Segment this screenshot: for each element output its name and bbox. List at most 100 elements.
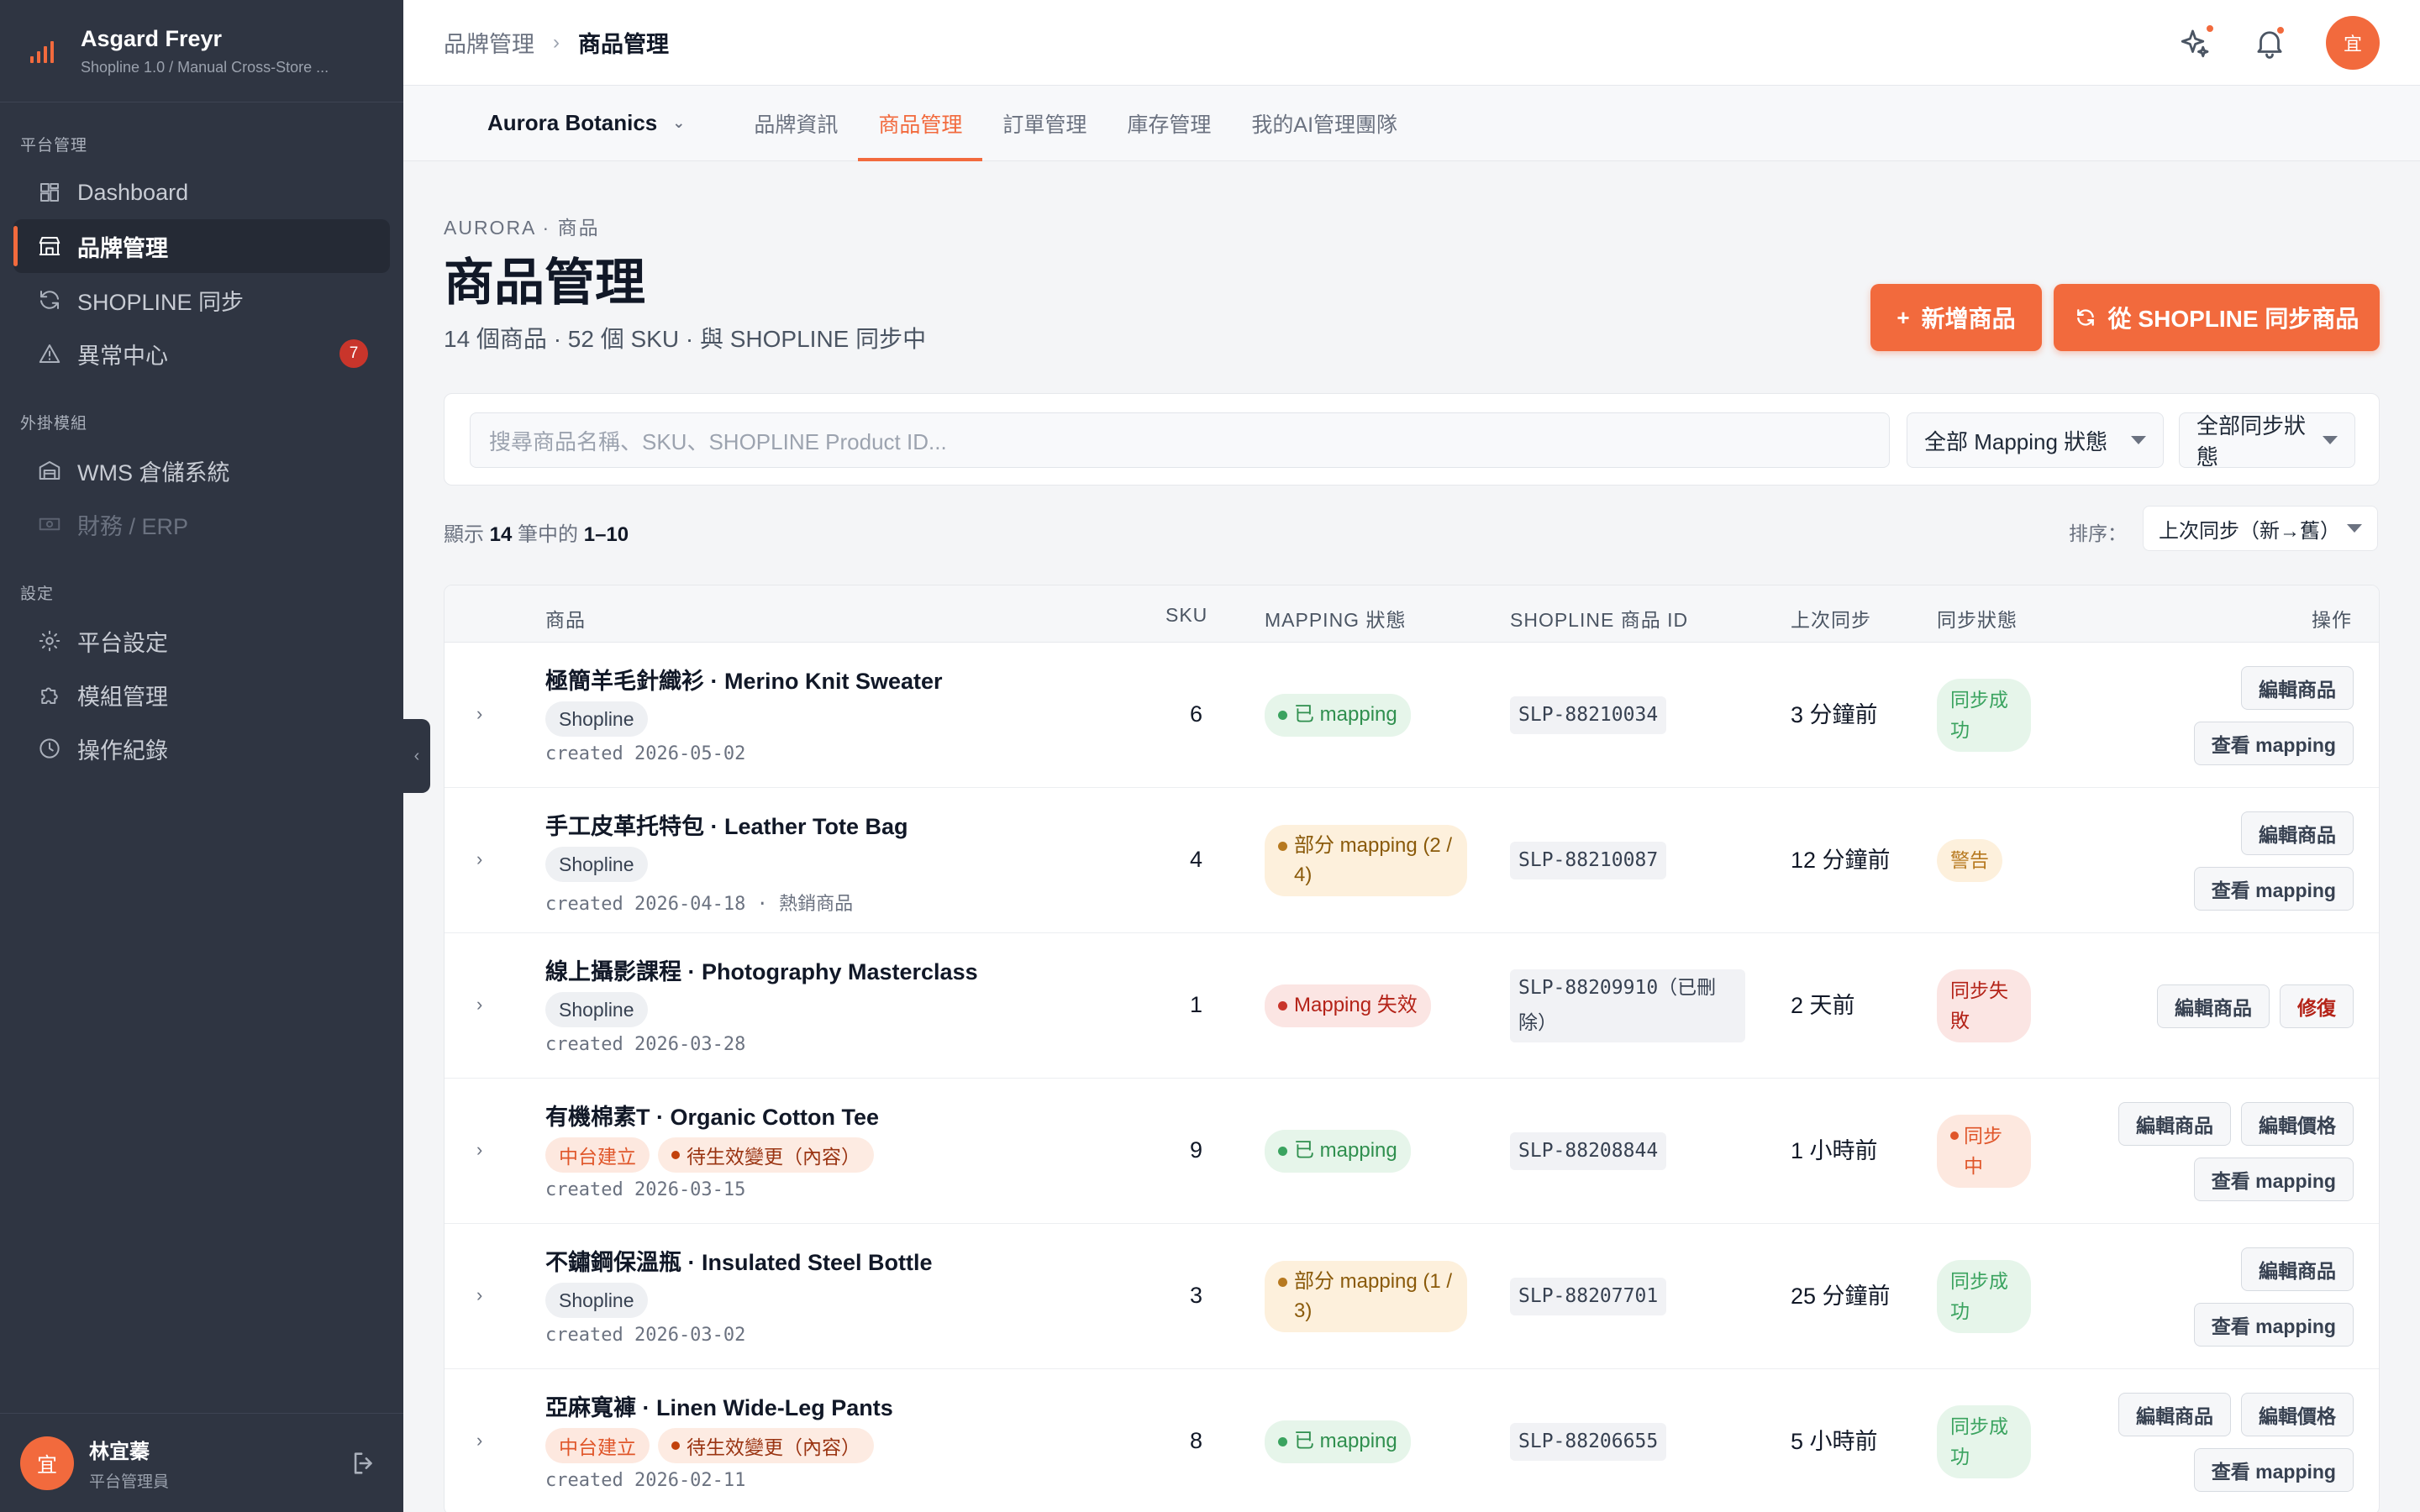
tab-item[interactable]: 我的AI管理團隊 [1231,86,1418,160]
sidebar-item-dashboard[interactable]: Dashboard [13,165,390,219]
row-actions: 編輯商品查看 mapping [2193,643,2354,788]
row-action-button[interactable]: 修復 [2280,984,2354,1028]
mapping-status-filter[interactable]: 全部 Mapping 狀態 [1907,412,2164,468]
product-name[interactable]: 手工皮革托特包 · Leather Tote Bag [545,808,908,841]
status-dot-icon [1278,711,1287,721]
brand-selector[interactable]: Aurora Botanics ⌄ [487,86,685,160]
status-dot-icon [1278,1437,1287,1447]
expand-row-chevron-icon[interactable]: › [476,1139,482,1161]
sidebar-item-store[interactable]: 品牌管理 [13,219,390,273]
sync-status-filter[interactable]: 全部同步狀態 [2179,412,2355,470]
shopline-id-cell: SLP-88207701 [1510,1224,1667,1369]
clock-icon [37,736,62,761]
row-action-button[interactable]: 編輯商品 [2118,1101,2231,1146]
row-action-button[interactable]: 編輯商品 [2241,811,2354,855]
product-name[interactable]: 極簡羊毛針織衫 · Merino Knit Sweater [545,663,943,696]
product-tags: Shopline [545,701,648,737]
mapping-status-label: Mapping 失效 [1294,994,1418,1017]
sku-count: 8 [1190,1428,1203,1453]
row-action-button[interactable]: 查看 mapping [2193,1447,2354,1492]
sidebar-item-label: 異常中心 [77,343,168,369]
caret-down-icon [2131,436,2146,444]
alert-count-badge: 7 [339,339,368,368]
row-actions: 編輯商品 編輯價格查看 mapping [2118,1079,2354,1224]
top-user-avatar[interactable]: 宜 [2326,15,2380,70]
tab-item[interactable]: 庫存管理 [1107,86,1231,160]
sidebar-collapse-handle[interactable]: ‹ [403,719,430,793]
user-name: 林宜蓁 [89,1440,150,1463]
expand-row-chevron-icon[interactable]: › [476,994,482,1016]
sync-status-cell: 警告 [1937,788,2002,933]
product-name[interactable]: 有機棉素T · Organic Cotton Tee [545,1099,879,1131]
plus-icon: + [1897,304,1910,330]
brand-logo-icon [25,33,62,70]
product-tag: Shopline [545,847,648,882]
product-tag-label: Shopline [559,1289,634,1311]
expand-row-chevron-icon[interactable]: › [476,703,482,725]
product-tags: 中台建立 待生效變更（內容） [545,1137,874,1173]
product-name[interactable]: 亞麻寬褲 · Linen Wide-Leg Pants [545,1389,893,1422]
sidebar-item-gear[interactable]: 平台設定 [13,614,390,668]
sidebar-section-title: 平台管理 [20,137,88,155]
refresh-icon [2076,309,2094,326]
sidebar-item-puzzle[interactable]: 模組管理 [13,668,390,722]
sidebar-item-label: Dashboard [77,179,189,205]
syncing-dot-icon [1950,1131,1959,1140]
created-date: created 2026-03-15 [545,1179,746,1200]
tab-item[interactable]: 訂單管理 [982,86,1107,160]
sync-status-badge: 同步失敗 [1937,969,2031,1043]
product-name[interactable]: 不鏽鋼保溫瓶 · Insulated Steel Bottle [545,1244,933,1277]
logout-icon[interactable] [350,1449,378,1478]
row-action-button[interactable]: 編輯商品 [2241,665,2354,710]
row-action-button[interactable]: 編輯商品 [2241,1247,2354,1291]
sidebar-item-clock[interactable]: 操作紀錄 [13,722,390,775]
sort-select[interactable]: 上次同步（新→舊） [2143,506,2378,551]
last-sync-time: 5 小時前 [1791,1428,1878,1454]
breadcrumb-parent[interactable]: 品牌管理 [444,26,534,59]
tab-item[interactable]: 品牌資訊 [734,86,858,160]
col-product: 商品 [545,609,586,631]
row-action-button[interactable]: 編輯價格 [2241,1392,2354,1436]
sync-from-shopline-button[interactable]: 從 SHOPLINE 同步商品 [2054,284,2380,351]
action-group: 編輯商品 [2241,665,2354,710]
sku-count: 1 [1190,992,1203,1017]
sidebar-item-warehouse[interactable]: WMS 倉儲系統 [13,444,390,497]
expand-row-chevron-icon[interactable]: › [476,848,482,870]
sync-status-badge: 同步成功 [1937,1404,2031,1479]
tab-item[interactable]: 商品管理 [858,86,983,161]
ai-sparkle-icon[interactable] [2178,23,2215,60]
shopline-id-cell: SLP-88208844 [1510,1079,1667,1224]
store-icon [37,234,62,259]
count-total: 14 [489,523,513,546]
table-row: › 亞麻寬褲 · Linen Wide-Leg Pants 中台建立 待生效變更（內容… [445,1369,2379,1512]
topbar: 品牌管理 › 商品管理 宜 [403,0,2420,86]
action-group: 查看 mapping [2193,1302,2354,1347]
action-group: 編輯商品 [2241,811,2354,855]
search-input[interactable]: 搜尋商品名稱、SKU、SHOPLINE Product ID... [470,412,1890,468]
row-action-button[interactable]: 編輯商品 [2157,984,2270,1028]
row-action-button[interactable]: 編輯商品 [2118,1392,2231,1436]
page-title: 商品管理 [444,255,645,311]
sidebar-item-warning[interactable]: 異常中心 7 [13,327,390,381]
sidebar-section-title: 設定 [20,585,55,603]
product-name[interactable]: 線上攝影課程 · Photography Masterclass [545,953,978,986]
sidebar-item-sync[interactable]: SHOPLINE 同步 [13,273,390,327]
mapping-status-label: 已 mapping [1294,703,1397,727]
row-action-button[interactable]: 查看 mapping [2193,866,2354,911]
action-group: 編輯商品 編輯價格 [2118,1392,2354,1436]
user-avatar[interactable]: 宜 [20,1436,74,1490]
row-action-button[interactable]: 查看 mapping [2193,721,2354,765]
breadcrumb-chevron-icon: › [553,30,560,54]
row-action-button[interactable]: 編輯價格 [2241,1101,2354,1146]
product-tag-label: 中台建立 [559,1146,636,1168]
row-actions: 編輯商品查看 mapping [2193,788,2354,933]
add-product-button[interactable]: + 新增商品 [1870,284,2042,351]
row-action-button[interactable]: 查看 mapping [2193,1302,2354,1347]
expand-row-chevron-icon[interactable]: › [476,1284,482,1306]
product-tag-label: Shopline [559,853,634,875]
product-tag-label: 中台建立 [559,1436,636,1458]
expand-row-chevron-icon[interactable]: › [476,1430,482,1452]
page-eyebrow: AURORA · 商品 [444,217,600,239]
row-action-button[interactable]: 查看 mapping [2193,1157,2354,1201]
notification-bell-icon[interactable] [2252,24,2287,60]
